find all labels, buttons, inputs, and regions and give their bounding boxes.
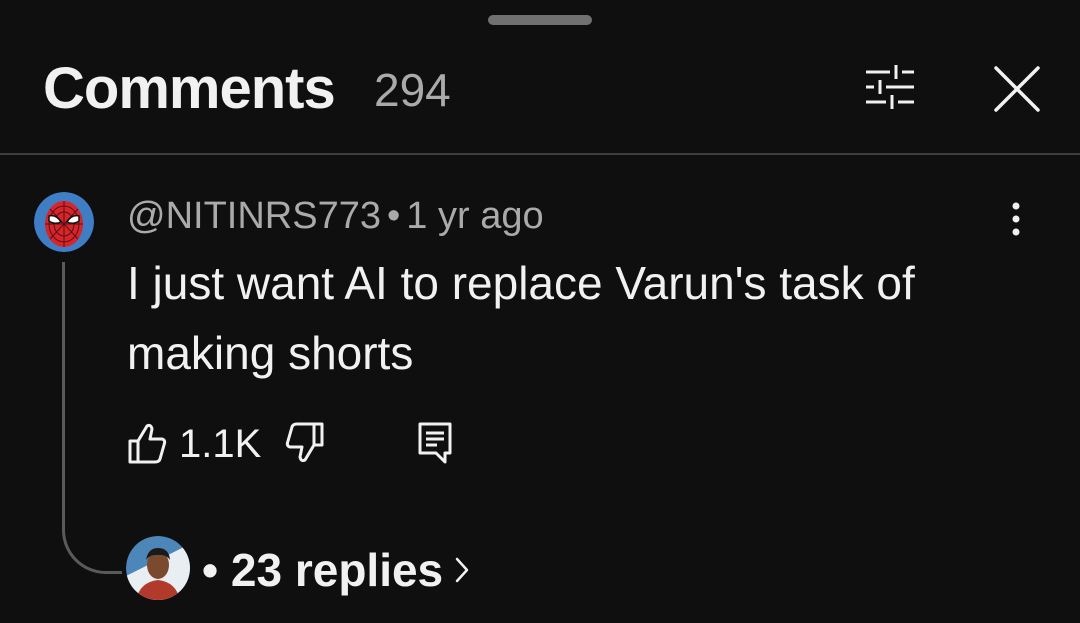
avatar[interactable]	[34, 192, 94, 252]
reply-avatar	[126, 536, 190, 600]
comment-text: I just want AI to replace Varun's task o…	[127, 257, 915, 379]
creator-avatar-icon	[126, 536, 190, 600]
header-divider	[0, 153, 1080, 155]
filter-sliders-icon	[866, 65, 914, 109]
reply-button[interactable]	[415, 420, 455, 466]
chevron-right-icon	[455, 557, 469, 583]
comments-count: 294	[374, 64, 451, 116]
thumbs-up-icon	[128, 423, 167, 464]
like-button[interactable]	[127, 420, 167, 466]
comment-meta: @NITINRS773 • 1 yr ago	[127, 193, 544, 239]
comments-sheet: Comments 294 @NITINRS773 • 1 yr ago I ju…	[0, 0, 1080, 623]
more-options-button[interactable]	[996, 198, 1036, 242]
reply-icon	[418, 422, 452, 464]
close-button[interactable]	[988, 60, 1048, 120]
filter-button[interactable]	[858, 60, 922, 116]
dislike-button[interactable]	[285, 420, 325, 466]
comment-timestamp: 1 yr ago	[406, 195, 544, 237]
more-vert-icon	[1012, 202, 1020, 236]
thumbs-down-icon	[285, 422, 324, 463]
drag-handle[interactable]	[488, 15, 592, 25]
comment-author[interactable]: @NITINRS773	[127, 195, 381, 237]
spiderman-avatar-icon	[34, 192, 94, 252]
comments-title: Comments	[43, 56, 336, 121]
meta-separator: •	[386, 195, 401, 237]
replies-count: • 23 replies	[202, 544, 444, 596]
close-icon	[994, 66, 1040, 112]
thread-connector-line	[62, 262, 122, 574]
like-count: 1.1K	[179, 422, 262, 466]
